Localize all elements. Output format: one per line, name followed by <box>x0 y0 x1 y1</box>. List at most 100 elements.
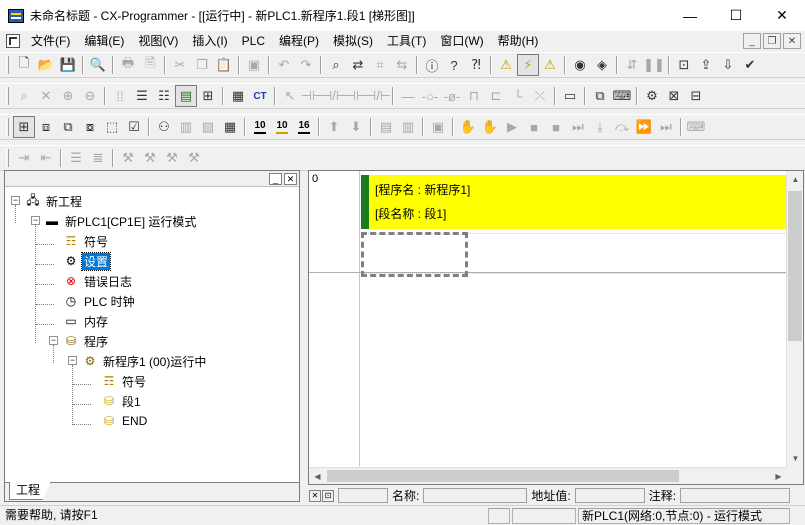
tree-node-plc-clock[interactable]: ◷ PLC 时钟 <box>5 291 137 311</box>
step-down-icon[interactable]: ⬇ <box>345 116 367 138</box>
card-icon[interactable]: ▧ <box>197 116 219 138</box>
step-over-icon[interactable]: ⤼ <box>611 116 633 138</box>
menu-insert[interactable]: 插入(I) <box>185 31 234 51</box>
line-v-icon[interactable]: └ <box>507 85 529 107</box>
menu-edit[interactable]: 编辑(E) <box>77 31 131 51</box>
io-table-icon[interactable]: ⚇ <box>153 116 175 138</box>
new-icon[interactable]: 🗋 <box>13 54 35 76</box>
rung-icon[interactable]: ▤ <box>175 85 197 107</box>
tree-node-section1[interactable]: ⛁ 段1 <box>5 391 143 411</box>
toggle-icon[interactable]: ⊟ <box>685 85 707 107</box>
zoom-icon[interactable]: ⌕ <box>13 85 35 107</box>
stop2-icon[interactable]: ■ <box>545 116 567 138</box>
help-icon[interactable]: ? <box>443 54 465 76</box>
collapse-icon[interactable]: − <box>11 196 20 205</box>
info-close-icon[interactable]: ✕ <box>309 489 321 502</box>
scroll-up-icon[interactable]: ▲ <box>787 171 803 188</box>
pause-icon[interactable]: ❚❚ <box>643 54 665 76</box>
scroll-down-icon[interactable]: ▼ <box>787 450 803 467</box>
find-address-icon[interactable]: ⌗ <box>369 54 391 76</box>
stop-icon[interactable]: ■ <box>523 116 545 138</box>
monitor-icon[interactable]: ◉ <box>569 54 591 76</box>
ladder-editor[interactable]: 0 [程序名 : 新程序1] [段名称 : 段1] ▲ ▼ ◀ ▶ <box>308 170 804 485</box>
tree-node-memory[interactable]: ▭ 内存 <box>5 311 110 331</box>
tree-node-program1[interactable]: − ⚙ 新程序1 (00)运行中 <box>5 351 208 371</box>
minimize-button[interactable]: — <box>667 0 713 31</box>
comment-field[interactable] <box>680 488 791 503</box>
delete-icon[interactable]: ▣ <box>243 54 265 76</box>
end-icon[interactable]: ⏭ <box>655 116 677 138</box>
tree-node-symbols[interactable]: ☶ 符号 <box>5 231 110 251</box>
warning-icon[interactable]: ⚠ <box>495 54 517 76</box>
address-icon[interactable]: ⬚ <box>101 116 123 138</box>
mdi-minimize-button[interactable]: _ <box>743 33 761 49</box>
pause-sim-icon[interactable]: ✋ <box>479 116 501 138</box>
xref-icon[interactable]: ⧇ <box>79 116 101 138</box>
info-toggle-icon[interactable]: ⊡ <box>322 489 334 502</box>
run-icon[interactable]: ✋ <box>457 116 479 138</box>
undo-icon[interactable]: ↶ <box>273 54 295 76</box>
output-window-icon[interactable]: ⧈ <box>35 116 57 138</box>
program-mode-icon[interactable]: ◈ <box>591 54 613 76</box>
app-icon[interactable] <box>8 8 24 23</box>
tree-node-settings[interactable]: ⚙ 设置 <box>5 251 112 271</box>
online-icon[interactable]: ⚡ <box>517 54 539 76</box>
keyboard-icon[interactable]: ⌨ <box>611 85 633 107</box>
pointer-icon[interactable]: ↖ <box>279 85 301 107</box>
collapse-icon[interactable]: − <box>31 216 40 225</box>
collapse-icon[interactable]: − <box>68 356 77 365</box>
contact-or-icon[interactable]: ⊣⊢ <box>345 85 368 107</box>
print-icon[interactable]: 🖶 <box>117 54 139 76</box>
grid-icon[interactable]: ⁞⁞ <box>109 85 131 107</box>
keyboard2-icon[interactable]: ⌨ <box>685 116 707 138</box>
indent-icon[interactable]: ⇥ <box>13 147 35 169</box>
sim-icon[interactable]: ▣ <box>427 116 449 138</box>
delete-rung-icon[interactable]: ⊠ <box>663 85 685 107</box>
verify-icon[interactable]: ✔ <box>739 54 761 76</box>
tree-node-program-symbols[interactable]: ☶ 符号 <box>5 371 148 391</box>
name-field[interactable] <box>423 488 528 503</box>
align-icon[interactable]: ☰ <box>65 147 87 169</box>
program-comment-block[interactable]: [程序名 : 新程序1] [段名称 : 段1] <box>361 175 786 229</box>
contact-nc-icon[interactable]: ⊣/⊢ <box>321 85 347 107</box>
collapse-icon[interactable]: − <box>49 336 58 345</box>
open-icon[interactable]: 📂 <box>35 54 57 76</box>
window-icon[interactable]: ⧉ <box>589 85 611 107</box>
toolbar-grip[interactable] <box>6 87 9 105</box>
force-on-icon[interactable]: ⚒ <box>117 147 139 169</box>
upload-icon[interactable]: ⇪ <box>695 54 717 76</box>
menu-window[interactable]: 窗口(W) <box>433 31 490 51</box>
scroll-right-icon[interactable]: ▶ <box>770 468 787 484</box>
vertical-scroll-thumb[interactable] <box>788 191 802 341</box>
workspace-minimize-button[interactable]: _ <box>269 173 282 185</box>
step-up-icon[interactable]: ⬆ <box>323 116 345 138</box>
transfer-icon[interactable]: ⇵ <box>621 54 643 76</box>
vertical-scrollbar[interactable]: ▲ ▼ <box>786 171 803 467</box>
line-up-icon[interactable]: ⤫ <box>529 85 551 107</box>
smart-input-icon[interactable]: ▦ <box>227 85 249 107</box>
list-icon[interactable]: ☷ <box>153 85 175 107</box>
branch-icon[interactable]: ⊏ <box>485 85 507 107</box>
step-in-icon[interactable]: ⤓ <box>589 116 611 138</box>
settings-icon[interactable]: ⚙ <box>641 85 663 107</box>
copy-icon[interactable]: ❐ <box>191 54 213 76</box>
contact-ornc-icon[interactable]: ⊣/⊢ <box>365 85 391 107</box>
ten-b-icon[interactable]: 10 <box>271 116 293 138</box>
toolbar-grip[interactable] <box>6 149 9 167</box>
maximize-button[interactable]: ☐ <box>713 0 759 31</box>
menu-help[interactable]: 帮助(H) <box>491 31 546 51</box>
fast-forward-icon[interactable]: ⏩ <box>633 116 655 138</box>
play-icon[interactable]: ▶ <box>501 116 523 138</box>
address-field[interactable] <box>574 488 645 503</box>
properties-icon[interactable]: ☑ <box>123 116 145 138</box>
tree-toggle-icon[interactable]: ⊞ <box>13 116 35 138</box>
tree-node-end[interactable]: ⛁ END <box>5 411 149 431</box>
document-icon[interactable] <box>6 34 20 48</box>
tree-node-programs[interactable]: − ⛁ 程序 <box>5 331 110 351</box>
zoom-in-icon[interactable]: ⊕ <box>57 85 79 107</box>
memory-icon[interactable]: ▥ <box>175 116 197 138</box>
print-preview-icon[interactable]: 🔍 <box>87 54 109 76</box>
paste-icon[interactable]: 📋 <box>213 54 235 76</box>
menu-file[interactable]: 文件(F) <box>24 31 77 51</box>
scroll-left-icon[interactable]: ◀ <box>309 468 326 484</box>
